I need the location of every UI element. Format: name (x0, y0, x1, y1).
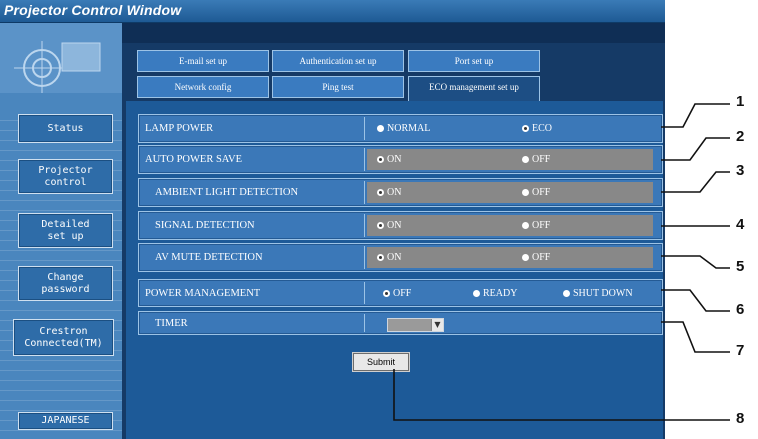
callout-number: 7 (736, 342, 745, 359)
callout-number: 8 (736, 410, 745, 427)
callout-lines (393, 103, 730, 421)
callout-number: 1 (736, 93, 745, 110)
callout-number: 2 (736, 128, 745, 145)
callout-number: 5 (736, 258, 745, 275)
callout-number: 3 (736, 162, 745, 179)
callout-number: 6 (736, 301, 745, 318)
callout-number: 4 (736, 216, 745, 233)
